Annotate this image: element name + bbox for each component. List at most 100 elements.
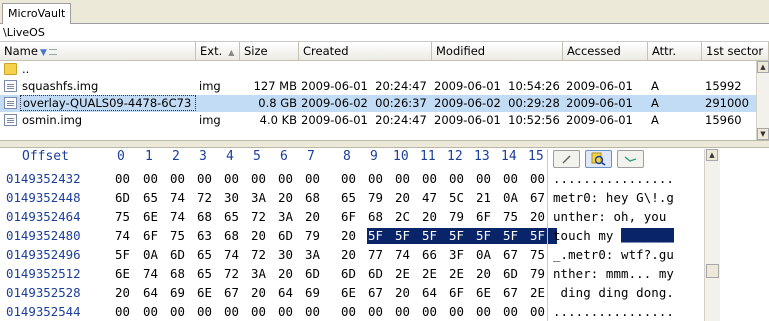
column-header-size[interactable]: Size [240,42,299,61]
hex-byte[interactable]: 68 [224,228,244,244]
hex-byte[interactable]: 00 [449,304,469,320]
hex-byte[interactable]: 79 [305,228,325,244]
search-button[interactable] [585,150,612,168]
hex-byte[interactable]: 0A [143,247,163,263]
hex-byte[interactable]: 65 [224,209,244,225]
hex-byte[interactable]: 5F [367,228,395,244]
hex-byte[interactable]: 74 [115,228,135,244]
hex-byte[interactable]: 66 [422,247,442,263]
hex-byte[interactable]: 6E [115,266,135,282]
column-header-name[interactable]: Name ▼ [0,42,196,61]
hex-byte[interactable]: 6E [197,285,217,301]
hex-byte[interactable]: 0A [476,247,496,263]
hex-byte[interactable]: 2E [395,266,415,282]
hex-byte[interactable]: 00 [449,171,469,187]
hex-byte[interactable]: 67 [368,285,388,301]
hex-byte[interactable]: 5F [394,228,422,244]
hex-byte[interactable]: 5F [448,228,476,244]
hex-byte[interactable]: 00 [395,171,415,187]
hex-byte[interactable]: 79 [449,209,469,225]
hex-byte[interactable]: 20 [476,266,496,282]
hex-byte[interactable]: 30 [224,190,244,206]
hex-byte[interactable]: 6F [476,209,496,225]
hex-byte[interactable]: 74 [170,190,190,206]
hex-byte[interactable]: 63 [197,228,217,244]
hex-byte[interactable]: 6D [503,266,523,282]
hex-byte[interactable]: 68 [197,209,217,225]
hex-byte[interactable]: 2E [422,266,442,282]
hex-byte[interactable]: 20 [251,285,271,301]
hex-byte[interactable]: 20 [422,209,442,225]
text-row[interactable]: _.metr0: wtf?.gu [553,247,674,263]
hex-byte[interactable]: 20 [305,209,325,225]
hex-byte[interactable]: 20 [341,247,361,263]
file-row[interactable]: osmin.img img 4.0 KB 2009-06-01 20:24:47… [0,112,769,129]
hex-byte[interactable]: 75 [170,228,190,244]
hex-byte[interactable]: 00 [278,171,298,187]
hex-byte[interactable]: 00 [476,171,496,187]
hex-byte[interactable]: 68 [305,190,325,206]
hex-byte[interactable]: 74 [395,247,415,263]
hex-byte[interactable]: 00 [115,171,135,187]
hex-byte[interactable]: 00 [305,171,325,187]
hex-byte[interactable]: 75 [115,209,135,225]
hex-byte[interactable]: 74 [143,266,163,282]
text-row[interactable]: unther: oh, you [553,209,674,225]
hex-byte[interactable]: 69 [305,285,325,301]
hex-byte[interactable]: 00 [341,304,361,320]
pane-splitter[interactable] [0,140,769,148]
hex-byte[interactable]: 65 [143,190,163,206]
text-row[interactable]: ................ [553,171,674,187]
hex-byte[interactable]: 6F [143,228,163,244]
hex-byte[interactable]: 64 [143,285,163,301]
column-header-created[interactable]: Created [299,42,432,61]
hex-byte[interactable]: 3A [278,209,298,225]
hex-byte[interactable]: 20 [395,285,415,301]
tab-microvault[interactable]: MicroVault [2,3,72,24]
text-row[interactable]: nther: mmm... my [553,266,674,282]
hex-byte[interactable]: 00 [197,304,217,320]
hex-byte[interactable]: 79 [368,190,388,206]
hex-byte[interactable]: 20 [251,228,271,244]
hex-byte[interactable]: 6D [278,228,298,244]
text-row[interactable]: ................ [553,304,674,320]
hex-byte[interactable]: 74 [224,247,244,263]
hex-byte[interactable]: 6D [341,266,361,282]
scroll-up-icon[interactable]: ▲ [706,149,718,161]
hex-byte[interactable]: 65 [197,266,217,282]
hex-byte[interactable]: 68 [368,209,388,225]
text-row[interactable]: metr0: hey G\!.g [553,190,674,206]
hex-byte[interactable]: 20 [115,285,135,301]
hex-byte[interactable]: 6D [368,266,388,282]
hex-byte[interactable]: 20 [395,190,415,206]
hex-byte[interactable]: 00 [251,304,271,320]
hex-byte[interactable]: 00 [305,304,325,320]
hex-byte[interactable]: 72 [197,190,217,206]
hex-byte[interactable]: 20 [278,266,298,282]
hex-byte[interactable]: 72 [224,266,244,282]
hex-byte[interactable]: 6E [341,285,361,301]
hex-byte[interactable]: 5F [475,228,503,244]
hex-byte[interactable]: 72 [251,247,271,263]
file-list-scrollbar[interactable]: ▲ ▼ [756,61,769,140]
hex-byte[interactable]: 3F [449,247,469,263]
hex-byte[interactable]: 00 [368,171,388,187]
hex-byte[interactable]: 5C [449,190,469,206]
hex-byte[interactable]: 75 [503,209,523,225]
hex-byte[interactable]: 00 [170,171,190,187]
hex-byte[interactable]: 00 [197,171,217,187]
text-mode-button[interactable] [553,150,580,168]
hex-byte[interactable]: 64 [422,285,442,301]
hex-byte[interactable]: 20 [278,190,298,206]
hex-byte[interactable]: 64 [278,285,298,301]
hex-byte[interactable]: 2E [449,266,469,282]
hex-byte[interactable]: 6E [143,209,163,225]
hex-byte[interactable]: 6F [341,209,361,225]
hex-byte[interactable]: 72 [251,209,271,225]
column-header-accessed[interactable]: Accessed [563,42,648,61]
hex-byte[interactable]: 00 [251,171,271,187]
file-row[interactable]: squashfs.img img 127 MB 2009-06-01 20:24… [0,78,769,95]
hex-byte[interactable]: 65 [197,247,217,263]
hex-byte[interactable]: 30 [278,247,298,263]
hex-byte[interactable]: 00 [422,304,442,320]
